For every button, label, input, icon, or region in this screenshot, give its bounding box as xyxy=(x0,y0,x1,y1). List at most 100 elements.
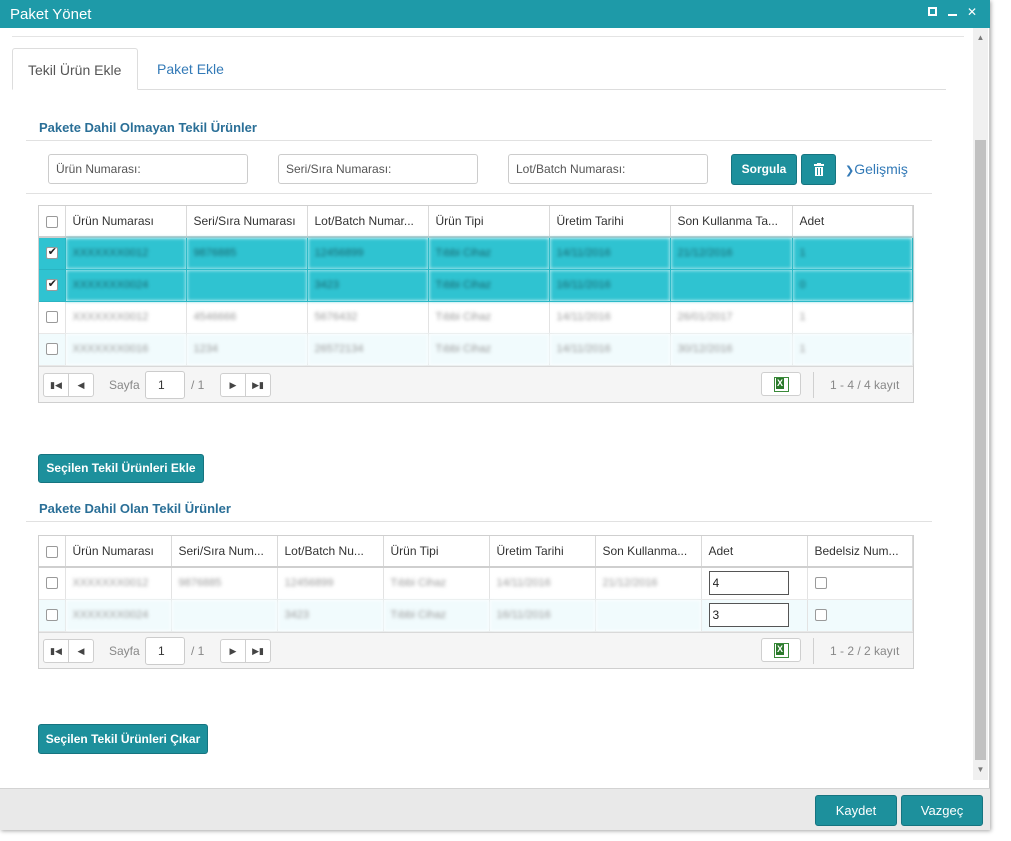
table-cell: 16/11/2016 xyxy=(489,599,596,632)
table-cell: Tıbbi Cihaz xyxy=(383,599,490,632)
record-count: 1 - 2 / 2 kayıt xyxy=(830,643,900,658)
last-page-icon[interactable]: ▶▮ xyxy=(245,638,271,663)
select-all-checkbox-cell[interactable] xyxy=(39,536,66,568)
page-number-input[interactable]: 1 xyxy=(145,370,185,399)
close-icon[interactable]: ✕ xyxy=(965,5,979,19)
row-checkbox-cell[interactable] xyxy=(39,567,66,600)
row-checkbox[interactable] xyxy=(45,577,58,590)
add-selected-button[interactable]: Seçilen Tekil Ürünleri Ekle xyxy=(38,454,204,483)
tab-bar: Tekil Ürün Ekle Paket Ekle xyxy=(12,48,946,90)
table-cell: 1 xyxy=(792,333,913,366)
table-cell: Tıbbi Cihaz xyxy=(428,269,550,302)
column-header[interactable]: Seri/Sıra Num... xyxy=(171,536,278,568)
minimize-icon[interactable] xyxy=(945,5,959,19)
table-row[interactable]: XXXXXXX0012 4546666 5676432 Tıbbi Cihaz … xyxy=(39,301,913,334)
column-header[interactable]: Ürün Tipi xyxy=(383,536,490,568)
table-cell: 21/12/2016 xyxy=(670,237,793,270)
sorgula-button[interactable]: Sorgula xyxy=(731,154,797,185)
maximize-icon[interactable] xyxy=(925,5,939,19)
column-header[interactable]: Lot/Batch Numar... xyxy=(307,206,429,238)
table-cell: 1 xyxy=(792,301,913,334)
row-checkbox[interactable] xyxy=(45,609,58,622)
column-header[interactable]: Lot/Batch Nu... xyxy=(277,536,384,568)
table-row[interactable]: XXXXXXX0012 9876885 12456899 Tıbbi Cihaz… xyxy=(39,237,913,270)
next-page-icon[interactable]: ▶ xyxy=(220,372,246,397)
free-cell xyxy=(807,599,913,632)
page-total: / 1 xyxy=(191,643,205,658)
table-cell: XXXXXXX0012 xyxy=(65,301,187,334)
table-cell: 0 xyxy=(792,269,913,302)
export-excel-button[interactable] xyxy=(761,637,801,662)
row-checkbox-cell[interactable] xyxy=(39,237,66,270)
section-title-excluded: Pakete Dahil Olmayan Tekil Ürünler xyxy=(39,120,257,135)
column-header[interactable]: Son Kullanma... xyxy=(595,536,702,568)
section-title-included: Pakete Dahil Olan Tekil Ürünler xyxy=(39,501,231,516)
included-products-grid: Ürün Numarası Seri/Sıra Num... Lot/Batch… xyxy=(38,535,914,669)
prev-page-icon[interactable]: ◀ xyxy=(68,638,94,663)
scroll-up-icon[interactable]: ▲ xyxy=(973,30,988,46)
gelismis-link[interactable]: ❯Gelişmiş xyxy=(845,161,908,177)
column-header[interactable]: Üretim Tarihi xyxy=(549,206,671,238)
column-header[interactable]: Son Kullanma Ta... xyxy=(670,206,793,238)
first-page-icon[interactable]: ▮◀ xyxy=(43,638,69,663)
table-row[interactable]: XXXXXXX0012 9876885 12456899 Tıbbi Cihaz… xyxy=(39,567,913,600)
save-button[interactable]: Kaydet xyxy=(815,795,897,826)
chevron-down-icon: ❯ xyxy=(845,165,855,177)
select-all-checkbox[interactable] xyxy=(45,215,58,228)
urun-numarasi-input[interactable]: Ürün Numarası: xyxy=(48,154,248,184)
row-checkbox-cell[interactable] xyxy=(39,269,66,302)
table-cell: 26/01/2017 xyxy=(670,301,793,334)
column-header[interactable]: Adet xyxy=(792,206,913,238)
remove-selected-button[interactable]: Seçilen Tekil Ürünleri Çıkar xyxy=(38,724,208,754)
column-header[interactable]: Adet xyxy=(701,536,808,568)
select-all-checkbox[interactable] xyxy=(45,545,58,558)
table-cell: XXXXXXX0012 xyxy=(65,237,187,270)
table-row[interactable]: XXXXXXX0016 1234 26572134 Tıbbi Cihaz 14… xyxy=(39,333,913,366)
column-header[interactable]: Seri/Sıra Numarası xyxy=(186,206,308,238)
column-header[interactable]: Ürün Tipi xyxy=(428,206,550,238)
row-checkbox-cell[interactable] xyxy=(39,599,66,632)
scroll-down-icon[interactable]: ▼ xyxy=(973,762,988,778)
column-header[interactable]: Ürün Numarası xyxy=(65,206,187,238)
table-cell xyxy=(595,599,702,632)
row-checkbox[interactable] xyxy=(45,311,58,324)
prev-page-icon[interactable]: ◀ xyxy=(68,372,94,397)
adet-input[interactable] xyxy=(708,571,789,596)
next-page-icon[interactable]: ▶ xyxy=(220,638,246,663)
row-checkbox[interactable] xyxy=(45,277,58,292)
table-cell xyxy=(670,269,793,302)
qty-cell xyxy=(701,599,808,632)
export-excel-button[interactable] xyxy=(761,371,801,396)
row-checkbox-cell[interactable] xyxy=(39,333,66,366)
cancel-button[interactable]: Vazgeç xyxy=(901,795,983,826)
first-page-icon[interactable]: ▮◀ xyxy=(43,372,69,397)
lot-batch-numarasi-input[interactable]: Lot/Batch Numarası: xyxy=(508,154,708,184)
excel-icon xyxy=(774,376,789,392)
table-cell: XXXXXXX0024 xyxy=(65,599,172,632)
tab-tekil-urun-ekle[interactable]: Tekil Ürün Ekle xyxy=(12,48,138,90)
row-checkbox[interactable] xyxy=(45,245,58,260)
table-cell: 14/11/2016 xyxy=(489,567,596,600)
scrollbar-thumb[interactable] xyxy=(975,140,986,760)
select-all-checkbox-cell[interactable] xyxy=(39,206,66,238)
column-header[interactable]: Ürün Numarası xyxy=(65,536,172,568)
excel-icon xyxy=(774,642,789,658)
column-header[interactable]: Üretim Tarihi xyxy=(489,536,596,568)
column-header[interactable]: Bedelsiz Num... xyxy=(807,536,913,568)
delete-button[interactable] xyxy=(801,154,836,185)
seri-sira-numarasi-input[interactable]: Seri/Sıra Numarası: xyxy=(278,154,478,184)
bedelsiz-checkbox[interactable] xyxy=(814,577,827,590)
last-page-icon[interactable]: ▶▮ xyxy=(245,372,271,397)
vertical-scrollbar[interactable]: ▲ ▼ xyxy=(973,28,988,780)
row-checkbox-cell[interactable] xyxy=(39,301,66,334)
table-cell: 21/12/2016 xyxy=(595,567,702,600)
tab-paket-ekle[interactable]: Paket Ekle xyxy=(142,48,239,90)
row-checkbox[interactable] xyxy=(45,343,58,356)
page-number-input[interactable]: 1 xyxy=(145,636,185,665)
bedelsiz-checkbox[interactable] xyxy=(814,609,827,622)
table-cell: 14/11/2016 xyxy=(549,301,671,334)
table-cell xyxy=(186,269,308,302)
adet-input[interactable] xyxy=(708,603,789,627)
table-row[interactable]: XXXXXXX0024 3423 Tıbbi Cihaz 16/11/2016 … xyxy=(39,269,913,302)
table-row[interactable]: XXXXXXX0024 3423 Tıbbi Cihaz 16/11/2016 xyxy=(39,599,913,632)
